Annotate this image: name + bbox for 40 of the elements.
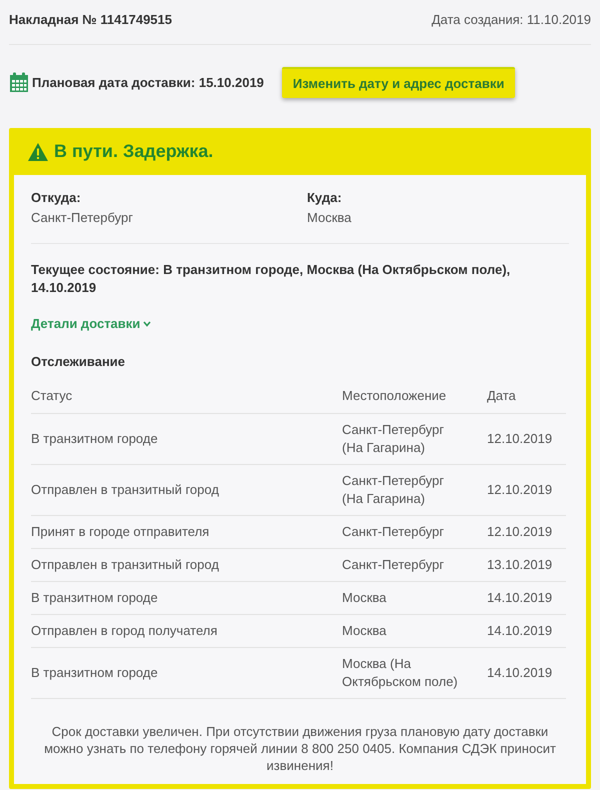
date-cell: 14.10.2019 <box>487 590 552 605</box>
location-cell: Москва <box>342 590 386 605</box>
location-cell: Санкт-Петербург <box>342 557 444 572</box>
location-cell: Санкт-Петербург <box>342 524 444 539</box>
date-cell: 12.10.2019 <box>487 482 552 497</box>
status-cell: Отправлен в транзитный город <box>31 482 219 497</box>
date-cell: 12.10.2019 <box>487 524 552 539</box>
delivery-details-link[interactable]: Детали доставки <box>31 314 152 334</box>
to-label: Куда: <box>307 189 343 207</box>
status-cell: Принят в городе отправителя <box>31 524 210 539</box>
change-delivery-button[interactable]: Изменить дату и адрес доставки <box>282 66 516 98</box>
status-cell: В транзитном городе <box>31 431 158 446</box>
location-cell: Москва <box>342 623 386 638</box>
status-title: В пути. Задержка. <box>54 140 214 163</box>
from-city: Санкт-Петербург <box>31 208 134 227</box>
date-cell: 14.10.2019 <box>487 623 552 638</box>
chevron-down-icon <box>143 320 152 327</box>
date-cell: 12.10.2019 <box>487 431 552 446</box>
status-cell: Отправлен в транзитный город <box>31 557 219 572</box>
tracking-title: Отслеживание <box>31 353 126 371</box>
date-cell: 14.10.2019 <box>487 665 552 680</box>
column-header: Дата <box>487 388 516 402</box>
to-city: Москва <box>307 208 352 226</box>
current-state: Текущее состояние: В транзитном городе, Москва (На Октябрьском поле), 14.10.2019 <box>31 261 512 297</box>
invoice-number: Накладная № 1141749515 <box>9 11 172 29</box>
status-cell: В транзитном городе <box>31 665 158 680</box>
location-cell: Санкт-Петербург (На Гагарина) <box>342 422 444 455</box>
location-cell: Москва (На Октябрьском поле) <box>342 656 458 689</box>
status-cell: Отправлен в город получателя <box>31 623 218 638</box>
delay-notice: Срок доставки увеличен. При отсутствии движения груза плановую дату доставки можно узнать по телефону горячей линии 8 800 250 0405. Компания СДЭК приносит извинения! <box>43 723 557 774</box>
creation-date: Дата создания: 11.10.2019 <box>432 11 591 29</box>
planned-delivery-date: Плановая дата доставки: 15.10.2019 <box>32 74 264 92</box>
status-cell: В транзитном городе <box>31 590 158 605</box>
calendar-icon <box>9 72 29 93</box>
from-label: Откуда: <box>31 189 82 207</box>
location-cell: Санкт-Петербург (На Гагарина) <box>342 473 444 506</box>
column-header: Местоположение <box>342 388 446 402</box>
warning-icon <box>28 142 48 160</box>
column-header: Статус <box>31 388 72 402</box>
date-cell: 13.10.2019 <box>487 557 552 572</box>
